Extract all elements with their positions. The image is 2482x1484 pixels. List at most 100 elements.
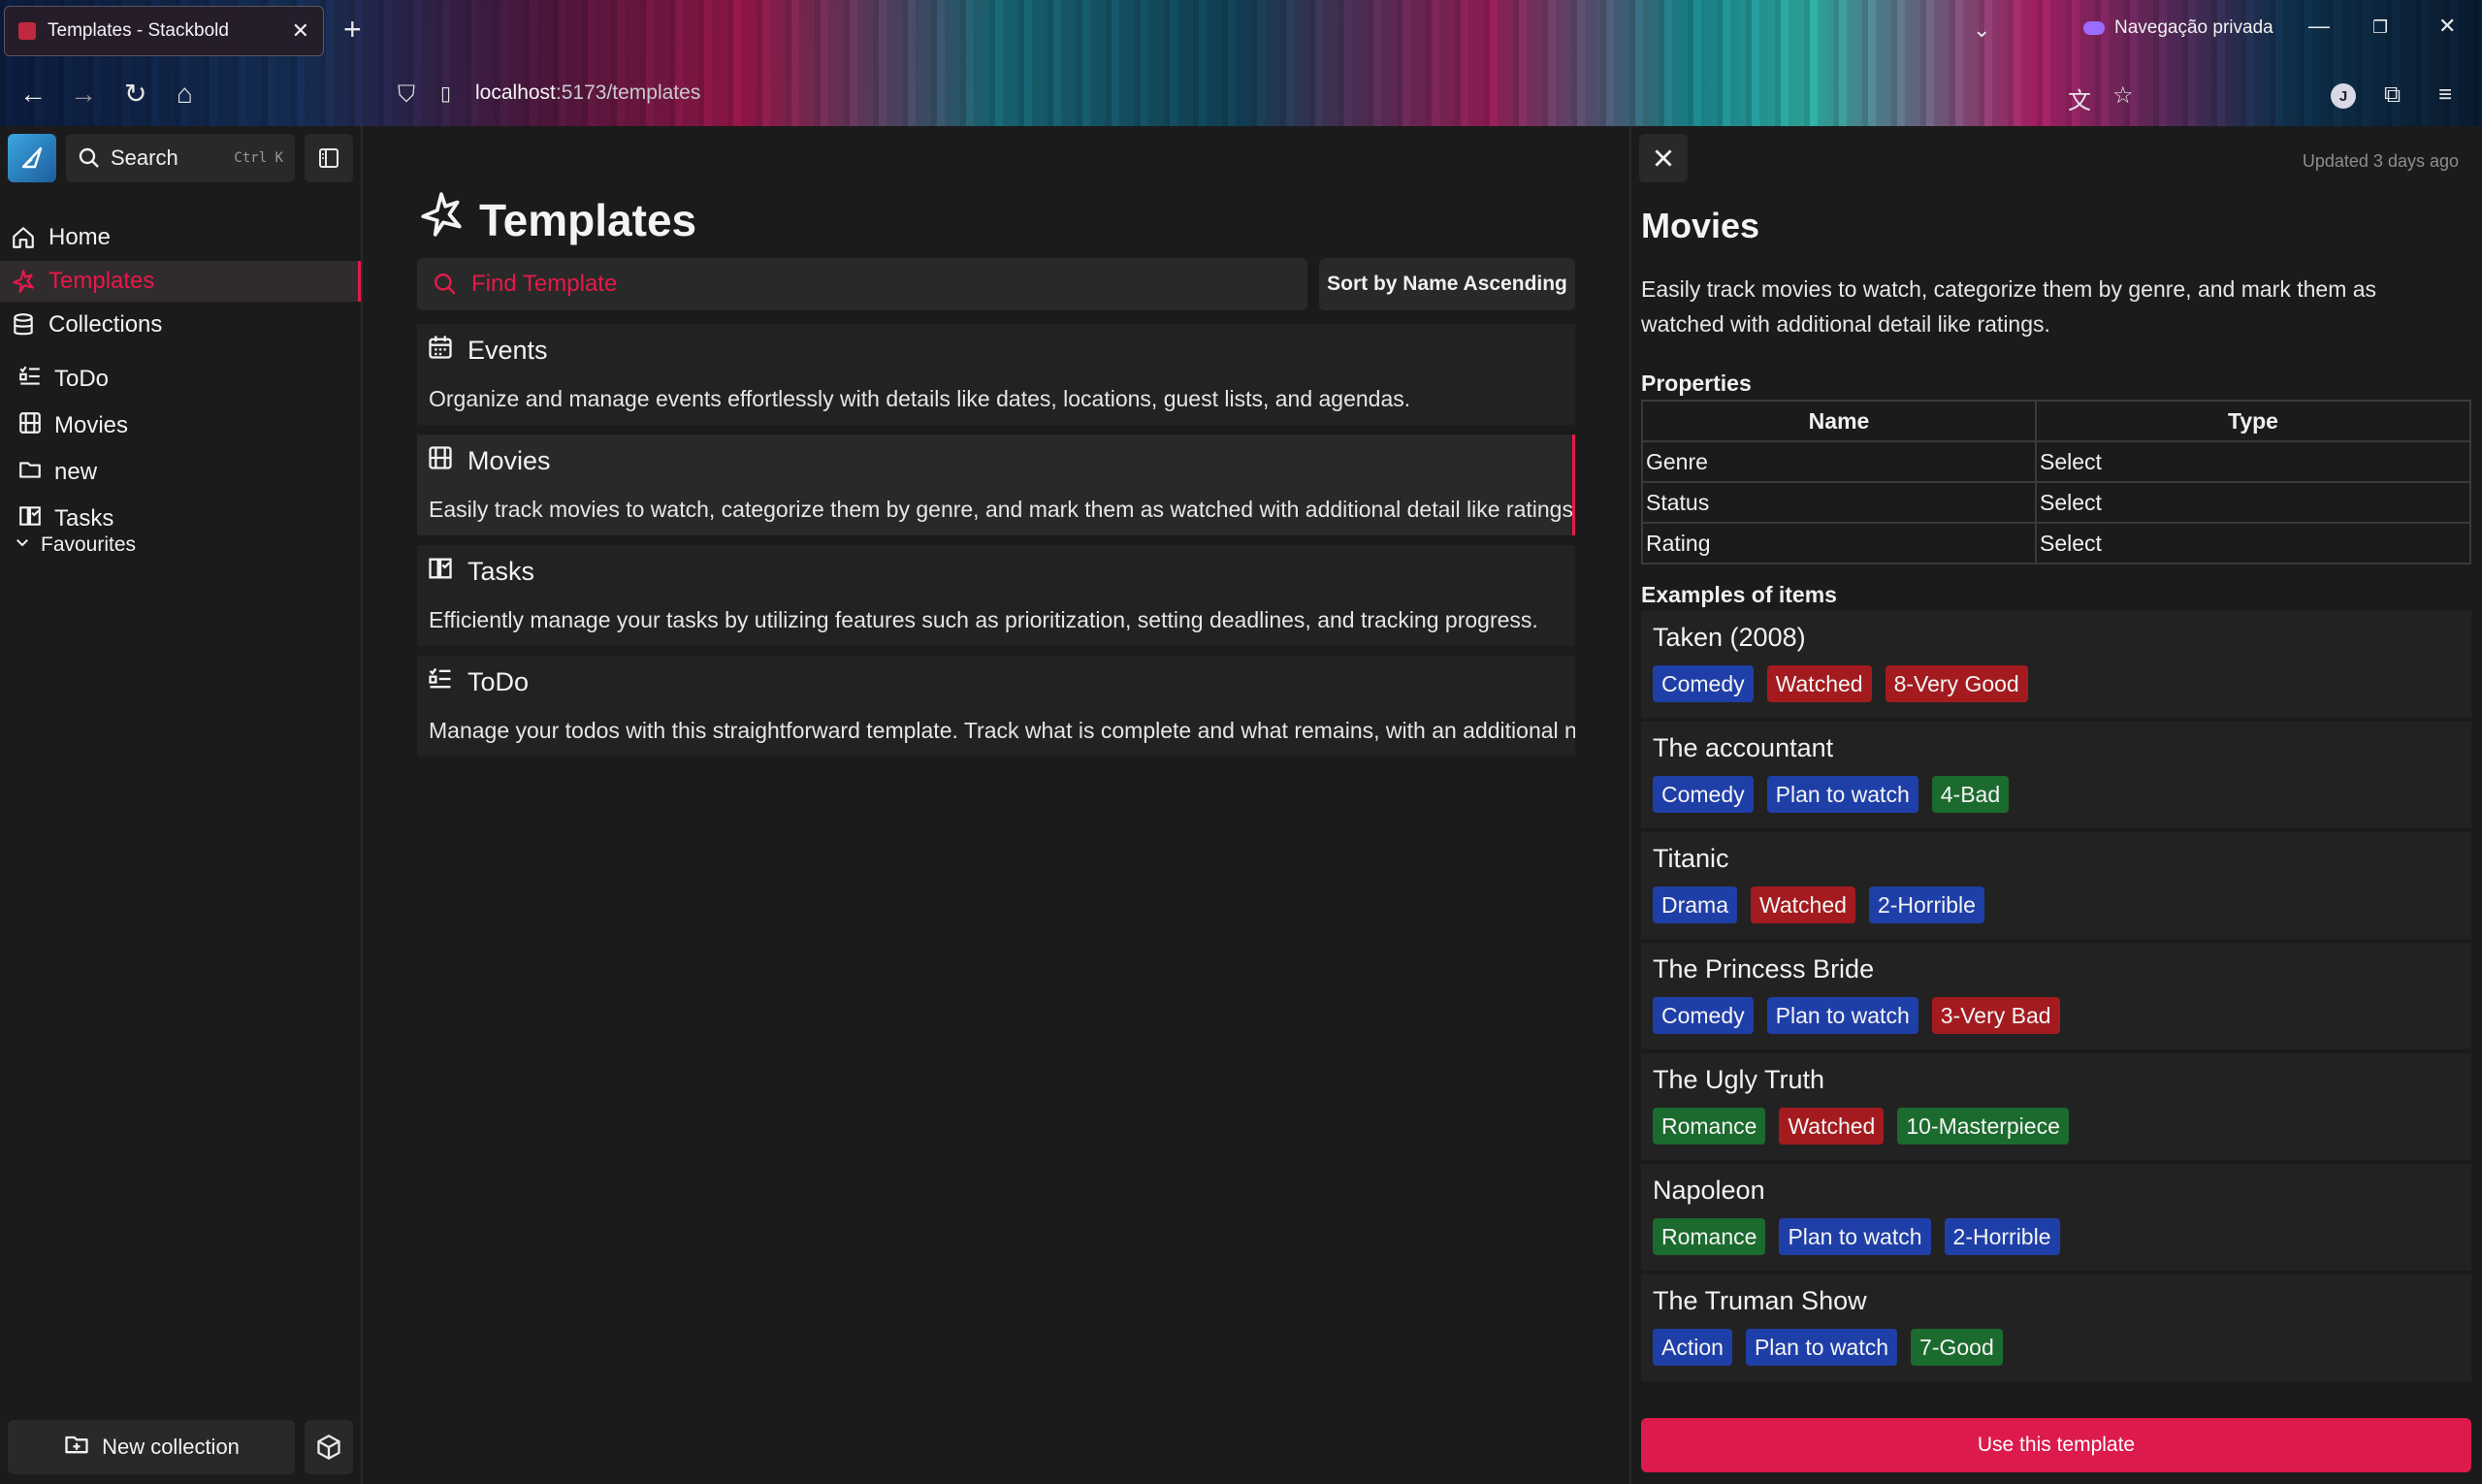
home-icon [10,225,37,250]
example-name: The Ugly Truth [1653,1065,1825,1094]
example-item: Taken (2008) Comedy Watched 8-Very Good [1641,611,2471,718]
status-tag: Plan to watch [1779,1218,1931,1255]
translate-icon[interactable]: 文 [2068,81,2091,115]
template-card-movies[interactable]: Movies Easily track movies to watch, cat… [417,435,1575,535]
rating-tag: 4-Bad [1931,776,2010,813]
favourites-group[interactable]: Favourites [14,533,136,557]
chevron-down-icon[interactable]: ⌄ [1973,17,1990,43]
minimize-icon[interactable]: — [2308,14,2330,39]
url-host: localhost [475,81,556,104]
database-icon [10,312,37,338]
status-tag: Watched [1766,665,1872,702]
private-browsing-indicator: Navegação privada [2083,17,2273,39]
home-browser-icon[interactable]: ⌂ [177,80,193,109]
template-card-todo[interactable]: ToDo Manage your todos with this straigh… [417,656,1575,757]
shield-icon[interactable]: ⛉ [398,81,415,109]
restore-icon[interactable]: ❐ [2372,17,2388,38]
checklist-icon [427,665,454,699]
examples-heading: Examples of items [1641,582,1837,607]
column-header-type: Type [2035,400,2471,442]
find-template-field[interactable] [417,258,1307,310]
rating-tag: 3-Very Bad [1931,997,2060,1034]
example-item: The Ugly Truth Romance Watched 10-Master… [1641,1053,2471,1160]
close-tab-icon[interactable]: ✕ [292,18,309,44]
status-tag: Watched [1779,1108,1885,1145]
bookmark-star-icon[interactable]: ☆ [2112,81,2134,110]
search-button[interactable]: Search Ctrl K [66,134,295,182]
new-tab-icon[interactable]: + [343,14,362,45]
property-type: Select [2035,481,2471,524]
collection-label: new [54,459,98,485]
example-name: The accountant [1653,733,1834,762]
package-button[interactable] [305,1420,353,1474]
checklist-icon [17,364,43,396]
close-panel-button[interactable] [1639,134,1688,182]
url-bar[interactable]: localhost:5173/templates [475,81,700,105]
close-window-icon[interactable]: ✕ [2438,14,2456,39]
template-description: Easily track movies to watch, categorize… [429,497,1575,522]
example-tags: Romance Plan to watch 2-Horrible [1653,1218,2060,1255]
find-template-input[interactable] [471,271,1292,298]
template-description: Organize and manage events effortlessly … [429,386,1411,411]
template-card-events[interactable]: Events Organize and manage events effort… [417,324,1575,425]
forward-icon[interactable]: → [70,80,97,109]
sidebar-item-collections[interactable]: Collections [0,305,361,345]
page-title-text: Templates [479,194,697,245]
example-tags: Drama Watched 2-Horrible [1653,887,1984,923]
page-icon: ▯ [440,83,452,105]
collection-item-new[interactable]: new [17,452,97,493]
example-name: The Princess Bride [1653,954,1875,984]
collection-label: Movies [54,412,129,438]
search-label: Search [111,145,178,170]
template-card-tasks[interactable]: Tasks Efficiently manage your tasks by u… [417,545,1575,646]
example-tags: Comedy Watched 8-Very Good [1653,665,2028,702]
back-icon[interactable]: ← [19,80,47,109]
rating-tag: 8-Very Good [1885,665,2028,702]
sidebar-item-templates[interactable]: Templates [0,261,361,302]
new-collection-button[interactable]: New collection [8,1420,295,1474]
template-detail-panel: Updated 3 days ago Movies Easily track m… [1629,126,2482,1484]
sidebar-item-label: Templates [48,268,155,294]
collection-item-todo[interactable]: ToDo [17,359,109,400]
chevron-down-icon [14,533,31,557]
toggle-sidebar-button[interactable] [305,134,353,182]
property-type: Select [2035,440,2471,483]
table-row: Status Select [1641,481,2471,524]
use-template-button[interactable]: Use this template [1641,1418,2471,1472]
templates-icon [10,269,37,294]
sidebar-item-home[interactable]: Home [0,217,361,258]
status-tag: Plan to watch [1766,776,1918,813]
example-item: Napoleon Romance Plan to watch 2-Horribl… [1641,1164,2471,1271]
properties-table: Name Type Genre Select Status Select Rat… [1641,400,2471,565]
template-card-header: ToDo [427,665,529,699]
browser-tab[interactable]: Templates - Stackbold ✕ [4,6,324,56]
template-name: Events [467,336,548,365]
sidebar-panel-icon [319,148,338,168]
extensions-icon[interactable]: ⧉ [2384,81,2401,109]
search-shortcut: Ctrl K [234,150,283,166]
reload-icon[interactable]: ↻ [124,80,146,109]
app-logo[interactable] [8,134,56,182]
template-description: Efficiently manage your tasks by utilizi… [429,607,1538,632]
example-tags: Comedy Plan to watch 4-Bad [1653,776,2010,813]
example-item: The Truman Show Action Plan to watch 7-G… [1641,1274,2471,1381]
rating-tag: 2-Horrible [1868,887,1984,923]
collection-label: Tasks [54,505,114,532]
templates-page: Templates Sort by Name Ascending Events … [365,126,1626,1484]
nav-bar: ← → ↻ ⌂ ⛉ ▯ localhost:5173/templates 文 ☆… [0,64,2482,126]
template-name: Movies [467,446,551,475]
collection-item-movies[interactable]: Movies [17,405,128,446]
genre-tag: Action [1653,1329,1732,1366]
updated-timestamp: Updated 3 days ago [2302,151,2459,171]
example-name: The Truman Show [1653,1286,1867,1315]
rating-tag: 10-Masterpiece [1897,1108,2069,1145]
template-name: ToDo [467,667,530,696]
template-name: Tasks [467,557,535,586]
genre-tag: Romance [1653,1218,1766,1255]
profile-avatar[interactable]: J [2331,83,2356,109]
tab-title: Templates - Stackbold [48,20,229,41]
status-tag: Plan to watch [1766,997,1918,1034]
property-name: Status [1641,481,2037,524]
sort-button[interactable]: Sort by Name Ascending [1319,258,1575,310]
menu-icon[interactable]: ≡ [2438,81,2452,109]
